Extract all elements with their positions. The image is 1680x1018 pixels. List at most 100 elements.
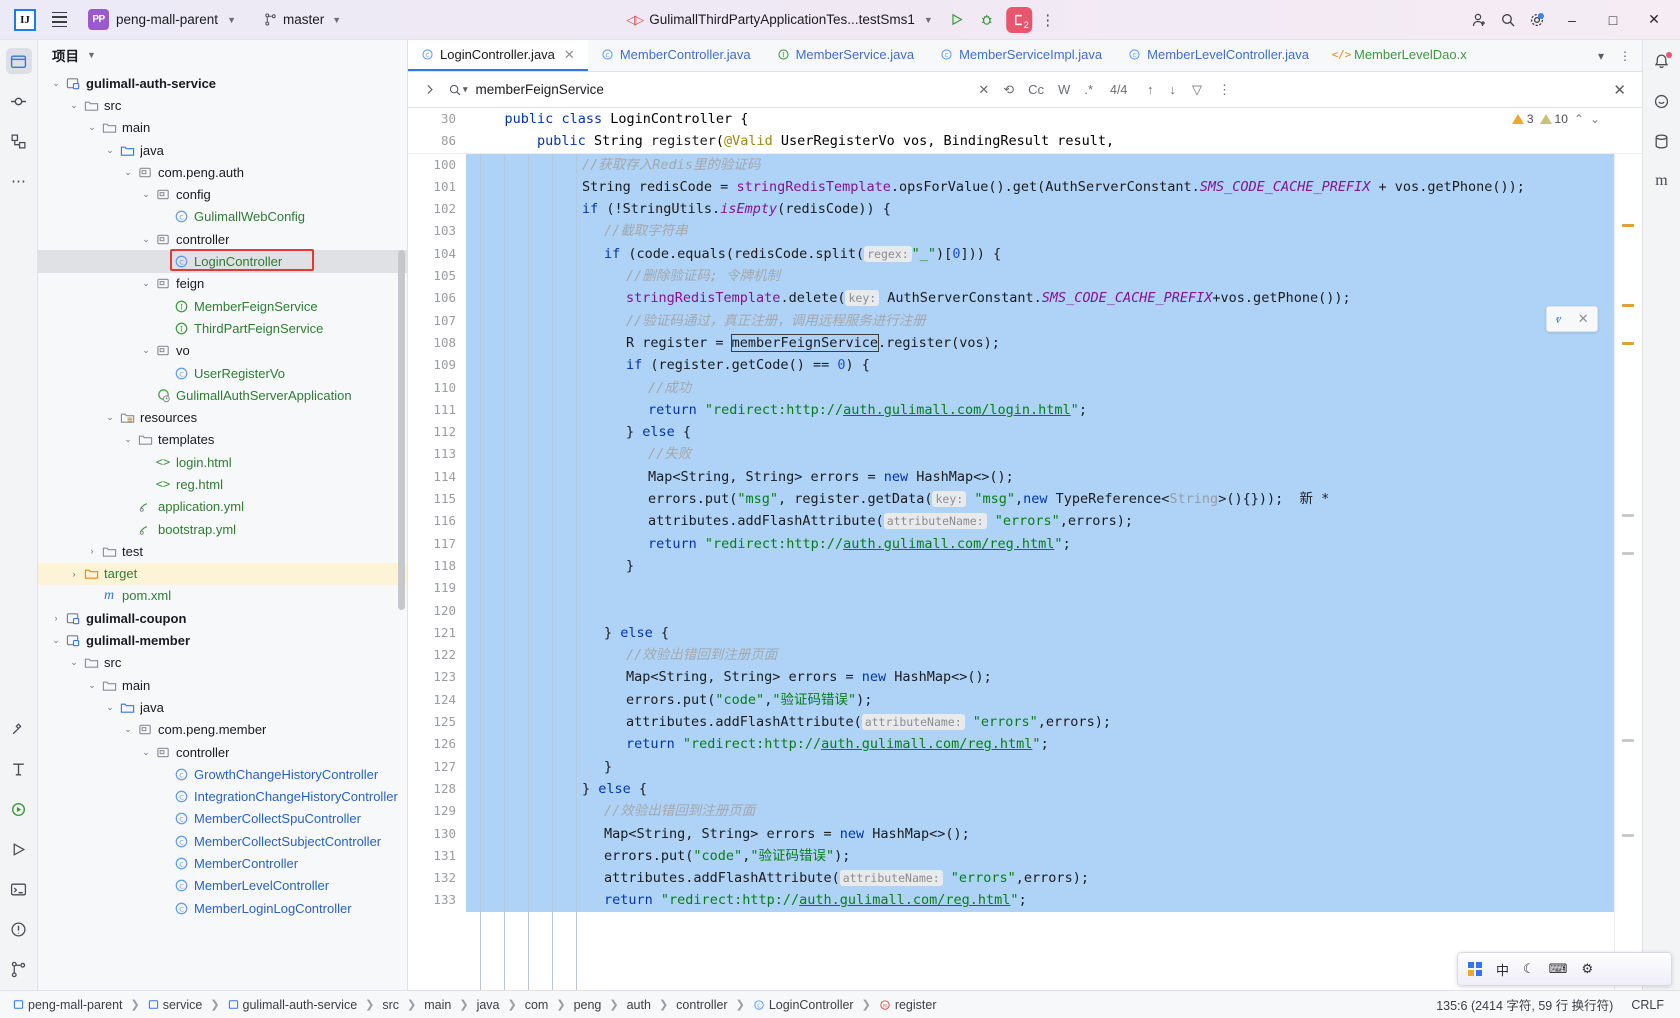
debug-button[interactable] [973,6,1001,34]
run-configuration-selector[interactable]: ◁▷ GulimallThirdPartyApplicationTes...te… [618,9,941,31]
tree-expander-icon[interactable]: ⌄ [138,345,154,356]
editor-tab-memberserviceimpl-java[interactable]: C MemberServiceImpl.java [927,40,1115,71]
line-separator[interactable]: CRLF [1631,998,1664,1012]
code-line[interactable]: //成功 [466,376,1614,399]
breadcrumb-item-main[interactable]: main [421,997,454,1013]
branch-selector[interactable]: master ▼ [256,9,349,30]
code-line[interactable]: } else { [466,621,1614,645]
tree-node-growthchangehistorycontroller[interactable]: C GrowthChangeHistoryController [38,763,407,785]
code-line[interactable]: return "redirect:http://auth.gulimall.co… [466,733,1614,756]
settings-button[interactable] [1523,6,1551,34]
tree-node-com-peng-auth[interactable]: ⌄ com.peng.auth [38,161,407,183]
code-line[interactable]: Map<String, String> errors = new HashMap… [466,666,1614,689]
search-dropdown-icon[interactable]: ▾ [448,83,468,97]
editor-tab-logincontroller-java[interactable]: C LoginController.java ✕ [408,40,588,71]
ime-language-bar[interactable]: 中 ☾ ⌨ ⚙ [1457,952,1672,986]
code-line[interactable]: stringRedisTemplate.delete(key: AuthServ… [466,287,1614,310]
tab-list-icon[interactable]: ▾ [1590,43,1612,69]
more-tool-windows-icon[interactable]: ⋯ [6,168,32,194]
debug-sessions-badge[interactable]: 2 [1005,6,1032,33]
code-line[interactable]: return "redirect:http://auth.gulimall.co… [466,398,1614,422]
terminal-font-icon[interactable] [6,756,32,782]
code-line[interactable]: attributes.addFlashAttribute(attributeNa… [466,510,1614,533]
tree-node-java[interactable]: ⌄ java [38,696,407,718]
build-tool-window-icon[interactable] [6,716,32,742]
tree-node-resources[interactable]: ⌄ resources [38,406,407,428]
editor-tab-memberlevelcontroller-java[interactable]: C MemberLevelController.java [1115,40,1322,71]
tree-node-config[interactable]: ⌄ config [38,183,407,205]
tree-expander-icon[interactable]: ⌄ [120,434,136,445]
maximize-button[interactable]: □ [1593,1,1633,39]
code-line[interactable]: Map<String, String> errors = new HashMap… [466,465,1614,489]
breadcrumb-item-controller[interactable]: controller [673,997,730,1013]
navigation-breadcrumb[interactable]: peng-mall-parent ❯ service ❯ gulimall-auth-s… [10,997,940,1013]
regex-toggle[interactable]: .* [1081,82,1096,97]
code-line[interactable]: R register = memberFeignService.register… [466,331,1614,355]
tree-node-gulimall-auth-service[interactable]: ⌄ gulimall-auth-service [38,72,407,94]
problems-tool-window-icon[interactable] [6,916,32,942]
tree-expander-icon[interactable]: ⌄ [120,724,136,735]
code-line[interactable]: errors.put("code","验证码错误"); [466,844,1614,868]
code-line[interactable]: } [466,755,1614,778]
tab-close-icon[interactable]: ✕ [564,47,575,63]
more-actions-button[interactable]: ⋮ [1034,6,1062,34]
code-line[interactable] [466,577,1614,600]
breadcrumb-item-peng-mall-parent[interactable]: peng-mall-parent [10,997,126,1013]
filter-icon[interactable]: ▽ [1189,82,1205,98]
tree-expander-icon[interactable]: ⌄ [66,100,82,111]
code-line[interactable]: if (!StringUtils.isEmpty(redisCode)) { [466,198,1614,221]
tree-node-target[interactable]: › target [38,562,407,585]
code-line[interactable]: //截取字符串 [466,220,1614,243]
change-marker[interactable] [1622,833,1634,837]
history-icon[interactable]: ⟲ [1000,82,1017,98]
code-line[interactable]: if (code.equals(redisCode.split(regex: "_… [466,242,1614,266]
search-everywhere-button[interactable] [1494,6,1522,34]
code-line[interactable]: } else { [466,777,1614,801]
notifications-icon[interactable] [1649,48,1675,74]
tree-node-thirdpartfeignservice[interactable]: I ThirdPartFeignService [38,317,407,339]
tree-expander-icon[interactable]: ⌄ [138,278,154,289]
tree-expander-icon[interactable]: ⌄ [102,145,118,156]
whole-words-toggle[interactable]: W [1055,82,1073,97]
tree-node-pom-xml[interactable]: m pom.xml [38,585,407,607]
keyboard-icon[interactable] [1468,962,1482,976]
inspection-summary[interactable]: 3 10 ⌃ ⌄ [1511,112,1600,126]
tree-node-controller[interactable]: ⌄ controller [38,741,407,763]
terminal-tool-window-icon[interactable] [6,876,32,902]
breadcrumb-item-gulimall-auth-service[interactable]: gulimall-auth-service [225,997,361,1013]
code-line[interactable] [466,599,1614,622]
project-tree[interactable]: ⌄ gulimall-auth-service ⌄ src ⌄ main ⌄ java ⌄ com… [38,70,407,990]
tree-node-src[interactable]: ⌄ src [38,94,407,116]
tree-expander-icon[interactable]: ⌄ [48,635,64,646]
breadcrumb-item-com[interactable]: com [522,997,552,1013]
warning-marker[interactable] [1622,223,1634,227]
structure-tool-window-icon[interactable] [6,128,32,154]
tree-node-gulimallwebconfig[interactable]: C GulimallWebConfig [38,206,407,228]
tree-node-bootstrap-yml[interactable]: bootstrap.yml [38,518,407,540]
code-line[interactable]: //获取存入Redis里的验证码 [466,153,1614,176]
weak-warnings-count-badge[interactable]: 10 [1539,112,1568,126]
ai-assistant-icon[interactable] [1649,88,1675,114]
tree-node-test[interactable]: › test [38,540,407,562]
tree-expander-icon[interactable]: ⌄ [48,78,64,89]
match-case-toggle[interactable]: Cc [1025,82,1047,97]
tree-node-memberloginlogcontroller[interactable]: C MemberLoginLogController [38,897,407,919]
tree-expander-icon[interactable]: ⌄ [84,122,100,133]
tree-node-application-yml[interactable]: application.yml [38,496,407,518]
moon-icon[interactable]: ☾ [1523,961,1535,977]
refactor-icon[interactable]: ⱴ [1555,311,1561,327]
tree-node-main[interactable]: ⌄ main [38,117,407,139]
breadcrumb-item-logincontroller[interactable]: C LoginController [750,997,857,1013]
change-marker[interactable] [1622,738,1634,742]
tree-node-membercontroller[interactable]: C MemberController [38,852,407,874]
services-tool-window-icon[interactable] [6,796,32,822]
change-marker[interactable] [1622,551,1634,555]
warning-marker[interactable] [1622,303,1634,307]
code-line[interactable]: //效验出错回到注册页面 [466,800,1614,823]
code-line[interactable]: Map<String, String> errors = new HashMap… [466,822,1614,845]
editor-tab-membercontroller-java[interactable]: C MemberController.java [588,40,764,71]
inline-rename-popup[interactable]: ⱴ ✕ [1546,305,1598,332]
warning-marker[interactable] [1622,341,1634,345]
commit-tool-window-icon[interactable] [6,88,32,114]
editor-tab-memberservice-java[interactable]: I MemberService.java [764,40,928,71]
